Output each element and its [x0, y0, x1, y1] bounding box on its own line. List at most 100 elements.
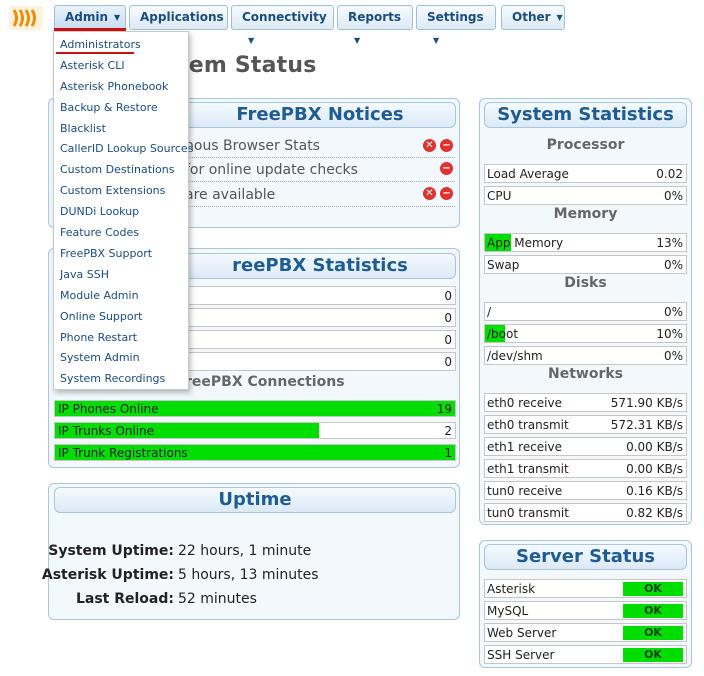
network-value: 0.00 KB/s — [626, 440, 683, 454]
menu-item-system-admin[interactable]: System Admin — [60, 351, 140, 364]
menu-item-phone-restart[interactable]: Phone Restart — [60, 331, 137, 344]
menu-item-administrators[interactable]: Administrators — [60, 38, 141, 51]
stat-value: 0% — [663, 349, 683, 363]
stat-label: App Memory — [487, 236, 564, 250]
connection-label: IP Trunk Registrations — [58, 446, 188, 460]
stat-label: /dev/shm — [487, 349, 543, 363]
delete-notice-icon[interactable]: ✕ — [423, 139, 436, 152]
asterisk-uptime-value: 5 hours, 13 minutes — [178, 567, 319, 583]
menu-item-feature-codes[interactable]: Feature Codes — [60, 226, 139, 239]
menu-item-custom-extensions[interactable]: Custom Extensions — [60, 184, 165, 197]
nav-reports-label: Reports — [348, 10, 402, 24]
nav-connectivity[interactable]: Connectivity ▼ — [231, 5, 334, 45]
notice-item[interactable]: are available — [185, 187, 275, 203]
stat-value: 10% — [656, 327, 683, 341]
stat-row-disk-boot: /boot 10% — [484, 324, 687, 343]
nav-admin[interactable]: Admin ▼ — [54, 5, 126, 30]
menu-item-online-support[interactable]: Online Support — [60, 310, 142, 323]
menu-item-custom-destinations[interactable]: Custom Destinations — [60, 163, 175, 176]
system-uptime-label: System Uptime: — [48, 543, 174, 559]
notices-panel-title: FreePBX Notices — [236, 104, 404, 125]
menu-item-backup-restore[interactable]: Backup & Restore — [60, 101, 158, 114]
page-title-text: tem Status — [178, 53, 317, 78]
connections-heading: reePBX Connections — [185, 374, 345, 390]
nav-other[interactable]: Other ▼ — [501, 5, 565, 30]
menu-item-system-recordings[interactable]: System Recordings — [60, 372, 165, 385]
chevron-down-icon: ▼ — [248, 36, 255, 45]
system-statistics-title: System Statistics — [497, 104, 674, 125]
menu-item-callerid-lookup-sources[interactable]: CallerID Lookup Sources — [60, 142, 193, 155]
chevron-down-icon: ▼ — [556, 13, 563, 22]
stat-row-disk-root: / 0% — [484, 302, 687, 321]
nav-applications-label: Applications — [140, 10, 224, 24]
server-status-row: Asterisk OK — [484, 579, 687, 598]
service-label: Web Server — [487, 626, 557, 640]
menu-item-module-admin[interactable]: Module Admin — [60, 289, 139, 302]
system-uptime-row: System Uptime: — [40, 543, 174, 561]
admin-dropdown-menu: Administrators Asterisk CLI Asterisk Pho… — [53, 31, 193, 390]
stat-value: 0.02 — [656, 167, 683, 181]
stat-value: 0 — [444, 333, 452, 347]
stat-value: 0% — [663, 258, 683, 272]
network-value: 0.82 KB/s — [626, 506, 683, 520]
stat-row: 0 — [185, 308, 456, 327]
notice-item[interactable]: for online update checks — [185, 162, 358, 178]
asterisk-uptime-row: Asterisk Uptime: — [40, 567, 174, 585]
connection-row: IP Phones Online 19 — [54, 400, 456, 417]
network-value: 571.90 KB/s — [610, 396, 683, 410]
stat-row-app-memory: App Memory 13% — [484, 233, 687, 252]
status-badge: OK — [623, 604, 683, 618]
menu-item-asterisk-cli[interactable]: Asterisk CLI — [60, 59, 125, 72]
nav-settings[interactable]: Settings ▼ — [416, 5, 496, 45]
network-row: tun0 transmit 0.82 KB/s — [484, 503, 687, 522]
hide-notice-icon[interactable]: − — [440, 162, 453, 175]
server-status-title: Server Status — [516, 546, 655, 567]
nav-other-label: Other — [512, 10, 551, 24]
network-value: 0.16 KB/s — [626, 484, 683, 498]
last-reload-value: 52 minutes — [178, 591, 257, 607]
stat-value: 13% — [656, 236, 683, 250]
network-label: eth0 transmit — [487, 418, 569, 432]
status-badge: OK — [623, 648, 683, 662]
menu-item-java-ssh[interactable]: Java SSH — [60, 268, 109, 281]
asterisk-uptime-label: Asterisk Uptime: — [41, 567, 174, 583]
network-value: 572.31 KB/s — [610, 418, 683, 432]
stat-row-load-average: Load Average 0.02 — [484, 164, 687, 183]
uptime-title: Uptime — [218, 489, 292, 510]
network-row: eth1 receive 0.00 KB/s — [484, 437, 687, 456]
menu-item-freepbx-support[interactable]: FreePBX Support — [60, 247, 152, 260]
stat-row-disk-shm: /dev/shm 0% — [484, 346, 687, 365]
network-row: eth1 transmit 0.00 KB/s — [484, 459, 687, 478]
memory-heading: Memory — [553, 206, 618, 222]
freepbx-statistics-title: reePBX Statistics — [232, 255, 408, 276]
server-status-row: MySQL OK — [484, 601, 687, 620]
network-label: eth1 receive — [487, 440, 562, 454]
connection-label: IP Phones Online — [58, 402, 159, 416]
uptime-header: Uptime — [54, 487, 456, 513]
menu-item-dundi-lookup[interactable]: DUNDi Lookup — [60, 205, 139, 218]
freepbx-logo-icon[interactable] — [9, 6, 43, 30]
delete-notice-icon[interactable]: ✕ — [423, 187, 436, 200]
chevron-down-icon: ▼ — [354, 36, 361, 45]
menu-item-blacklist[interactable]: Blacklist — [60, 122, 106, 135]
server-status-header: Server Status — [484, 544, 687, 570]
status-badge: OK — [623, 626, 683, 640]
nav-reports[interactable]: Reports ▼ — [337, 5, 413, 45]
stat-value: 0 — [444, 289, 452, 303]
hide-notice-icon[interactable]: − — [440, 187, 453, 200]
notice-item[interactable]: nous Browser Stats — [185, 138, 320, 154]
service-label: Asterisk — [487, 582, 536, 596]
network-row: tun0 receive 0.16 KB/s — [484, 481, 687, 500]
nav-applications[interactable]: Applications▼ — [129, 5, 228, 45]
nav-connectivity-label: Connectivity — [242, 10, 327, 24]
nav-admin-label: Admin — [65, 10, 109, 24]
hide-notice-icon[interactable]: − — [440, 139, 453, 152]
stat-row-swap: Swap 0% — [484, 255, 687, 274]
stat-label: Swap — [487, 258, 520, 272]
connection-value: 1 — [444, 446, 452, 460]
status-badge: OK — [623, 582, 683, 596]
stat-row: 0 — [185, 330, 456, 349]
menu-item-asterisk-phonebook[interactable]: Asterisk Phonebook — [60, 80, 168, 93]
system-uptime-value: 22 hours, 1 minute — [178, 543, 312, 559]
nav-settings-label: Settings — [427, 10, 484, 24]
